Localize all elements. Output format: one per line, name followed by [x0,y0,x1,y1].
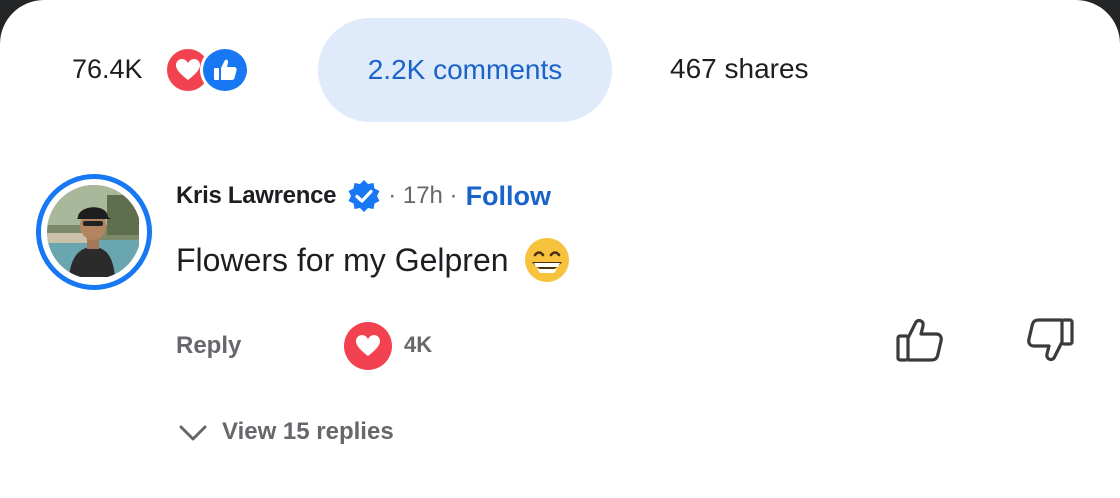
grinning-face-emoji-icon [523,236,571,284]
view-replies-label: View 15 replies [222,418,394,445]
comment-body: Flowers for my Gelpren [176,236,571,284]
author-name[interactable]: Kris Lawrence [176,182,336,210]
verified-badge-icon [346,178,382,214]
thumbs-down-icon[interactable] [1024,316,1076,364]
comments-button[interactable]: 2.2K comments [318,18,612,122]
post-stats-bar: 76.4K 2.2K comments 467 shares [0,18,1120,122]
shares-count[interactable]: 467 shares [670,54,809,84]
reactions-count[interactable]: 76.4K [72,54,143,84]
comment-text: Flowers for my Gelpren [176,241,509,278]
reaction-icons[interactable] [164,46,260,94]
avatar-photo [47,185,141,279]
follow-button[interactable]: Follow [466,181,551,212]
comment-time: · 17h · [388,182,458,209]
view-replies-button[interactable]: View 15 replies [176,414,394,450]
reply-button[interactable]: Reply [176,332,241,360]
avatar[interactable] [36,174,152,290]
chevron-down-icon [176,415,210,449]
comment-header: Kris Lawrence · 17h · Follow [176,178,551,214]
thumbs-up-icon[interactable] [894,316,946,364]
love-reaction-icon[interactable] [344,322,392,370]
comment-card: 76.4K 2.2K comments 467 shares Kris Lawr… [0,0,1120,498]
love-reaction-count[interactable]: 4K [404,332,432,358]
like-icon [200,46,250,94]
